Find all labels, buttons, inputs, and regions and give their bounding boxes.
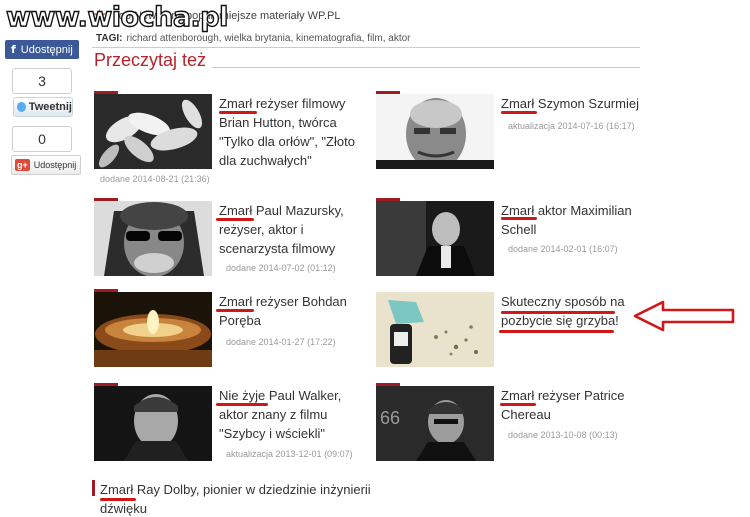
article-thumbnail[interactable] xyxy=(94,94,212,169)
article-thumbnail[interactable] xyxy=(376,94,494,169)
facebook-share-label: Udostępnij xyxy=(20,43,73,56)
article-title[interactable]: Zmarł Paul Mazursky, reżyser, aktor i sc… xyxy=(219,201,359,258)
google-share-label: Udostępnij xyxy=(33,160,77,170)
article-date: dodane 2014-01-27 (17:22) xyxy=(226,337,336,347)
article-title[interactable]: Nie żyje Paul Walker, aktor znany z film… xyxy=(219,386,359,443)
section-title-rule xyxy=(212,67,640,68)
card-accent-bar xyxy=(92,480,95,496)
article-date: dodane 2013-10-08 (00:13) xyxy=(508,430,618,440)
article-card[interactable]: Zmarł aktor Maximilian Schell dodane 201… xyxy=(376,198,646,278)
red-underline-annotation xyxy=(501,111,537,114)
article-date: dodane 2014-02-01 (16:07) xyxy=(508,244,618,254)
article-card[interactable]: Zmarł reżyser Bohdan Poręba dodane 2014-… xyxy=(94,289,364,369)
article-card[interactable]: 66 Zmarł reżyser Patrice Chereau dodane … xyxy=(376,383,646,463)
article-date: dodane 2014-07-02 (01:12) xyxy=(226,263,336,273)
article-date: aktualizacja 2013-12-01 (09:07) xyxy=(226,449,353,459)
red-underline-annotation xyxy=(100,498,136,501)
section-title: Przeczytaj też xyxy=(94,50,207,70)
article-title[interactable]: Zmarł aktor Maximilian Schell xyxy=(501,201,641,239)
article-card[interactable]: Zmarł Szymon Szurmiej aktualizacja 2014-… xyxy=(376,91,646,171)
facebook-share-count: 3 xyxy=(12,68,72,94)
facebook-share-button[interactable]: f Udostępnij xyxy=(5,40,79,59)
tweet-label: Tweetnij xyxy=(28,101,72,113)
article-thumbnail[interactable] xyxy=(376,292,494,367)
article-thumbnail[interactable] xyxy=(94,292,212,367)
google-plus-share-button[interactable]: g+ Udostępnij xyxy=(11,155,81,175)
tags-label: TAGI: xyxy=(96,33,123,44)
tweet-button[interactable]: Tweetnij xyxy=(13,97,73,117)
tags-line: TAGI: richard attenborough, wielka brytan… xyxy=(96,33,411,44)
article-thumbnail[interactable] xyxy=(94,386,212,461)
article-date: dodane 2014-08-21 (21:36) xyxy=(100,174,210,184)
red-underline-annotation xyxy=(501,217,537,220)
tags-list[interactable]: richard attenborough, wielka brytania, k… xyxy=(126,33,410,44)
facebook-icon: f xyxy=(11,43,16,56)
red-underline-annotation xyxy=(219,111,257,114)
google-plus-icon: g+ xyxy=(15,159,30,171)
article-title[interactable]: Zmarł Ray Dolby, pionier w dziedzinie in… xyxy=(100,480,390,517)
google-share-count: 0 xyxy=(12,126,72,152)
article-card[interactable]: Zmarł Paul Mazursky, reżyser, aktor i sc… xyxy=(94,198,364,278)
red-arrow-annotation xyxy=(633,300,735,332)
article-date: aktualizacja 2014-07-16 (16:17) xyxy=(508,121,635,131)
article-card-promoted[interactable]: Skuteczny sposób na pozbycie się grzyba! xyxy=(376,289,646,369)
divider xyxy=(92,47,640,48)
red-underline-annotation xyxy=(216,403,268,406)
red-underline-annotation xyxy=(499,330,614,333)
article-card[interactable]: Nie żyje Paul Walker, aktor znany z film… xyxy=(94,383,364,463)
article-thumbnail[interactable] xyxy=(94,201,212,276)
twitter-bird-icon xyxy=(17,102,26,112)
article-thumbnail[interactable]: 66 xyxy=(376,386,494,461)
red-underline-annotation xyxy=(216,309,254,312)
red-underline-annotation xyxy=(501,311,615,314)
svg-text:66: 66 xyxy=(380,408,400,428)
watermark-logo: www.wiocha.pl xyxy=(5,1,229,33)
article-card[interactable]: Zmarł reżyser filmowy Brian Hutton, twór… xyxy=(94,91,364,187)
article-thumbnail[interactable] xyxy=(376,201,494,276)
red-underline-annotation xyxy=(500,403,536,406)
article-title[interactable]: Zmarł reżyser filmowy Brian Hutton, twór… xyxy=(219,94,359,170)
red-underline-annotation xyxy=(216,218,254,221)
